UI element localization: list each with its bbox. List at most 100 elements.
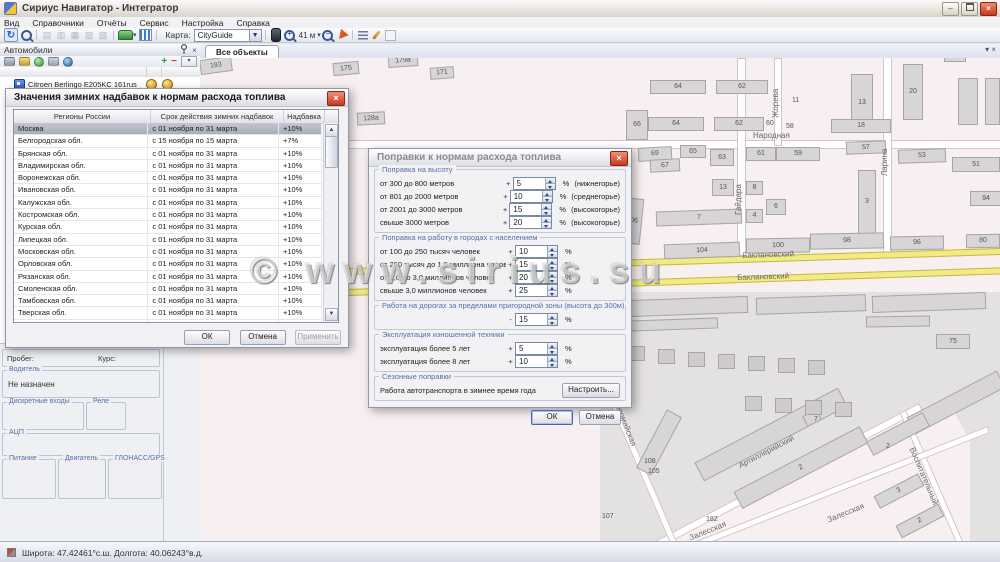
spinner-value[interactable]: 15 xyxy=(516,259,547,270)
view-mode-dropdown[interactable]: ▾ xyxy=(181,56,197,67)
value-spinner[interactable]: 15 xyxy=(515,313,558,326)
reports-chart-button[interactable] xyxy=(139,29,152,41)
edit-map-button[interactable] xyxy=(371,29,383,41)
table-row[interactable]: Тульская обл.с 01 ноября по 31 марта+10% xyxy=(14,320,322,322)
table-row[interactable]: Тверская обл.с 01 ноября по 31 марта+10% xyxy=(14,307,322,319)
ok-button[interactable]: ОК xyxy=(184,330,230,345)
vehicle-menu-button[interactable]: ▾ xyxy=(118,29,137,41)
cancel-button[interactable]: Отмена xyxy=(240,330,286,345)
value-spinner[interactable]: 5 xyxy=(515,342,558,355)
map-select[interactable]: CityGuide ▼ xyxy=(194,29,262,42)
tab-collapse-icon[interactable]: ▾ xyxy=(985,45,989,54)
table-row[interactable]: Москвас 01 ноября по 31 марта+10% xyxy=(14,123,322,135)
zoom-scale-dropdown[interactable]: ▾ xyxy=(317,31,321,39)
value-spinner[interactable]: 10 xyxy=(515,245,558,258)
search-button[interactable] xyxy=(20,29,32,41)
ruler-tool-button[interactable] xyxy=(270,29,282,41)
table-row[interactable]: Смоленская обл.с 01 ноября по 31 марта+1… xyxy=(14,283,322,295)
globe-blue-icon[interactable] xyxy=(63,57,73,67)
value-spinner[interactable]: 5 xyxy=(513,177,556,190)
spinner-value[interactable]: 15 xyxy=(510,204,541,215)
spinner-value[interactable]: 25 xyxy=(516,285,547,296)
truck-icon[interactable] xyxy=(48,57,59,66)
edit-button[interactable]: ▤ xyxy=(41,29,53,41)
spinner-down-button[interactable] xyxy=(548,278,557,283)
pin-icon[interactable] xyxy=(178,44,189,56)
column-header[interactable]: Регионы России xyxy=(14,110,151,123)
table-row[interactable]: Тамбовская обл.с 01 ноября по 31 марта+1… xyxy=(14,295,322,307)
paint-icon[interactable] xyxy=(19,57,30,66)
spinner-value[interactable]: 5 xyxy=(516,343,547,354)
close-button[interactable]: × xyxy=(980,2,997,16)
menu-item[interactable]: Справка xyxy=(237,18,270,28)
table-row[interactable]: Курская обл.с 01 ноября по 31 марта+10% xyxy=(14,221,322,233)
table-row[interactable]: Ивановская обл.с 01 ноября по 31 марта+1… xyxy=(14,184,322,196)
value-spinner[interactable]: 20 xyxy=(509,216,552,229)
refresh-button[interactable]: ↻ xyxy=(4,28,18,42)
cancel-button[interactable]: Отмена xyxy=(579,410,621,425)
tab-close-icon[interactable]: × xyxy=(991,45,996,54)
menu-item[interactable]: Вид xyxy=(4,18,19,28)
spinner-down-button[interactable] xyxy=(546,184,555,189)
table-row[interactable]: Воронежская обл.с 01 ноября по 31 марта+… xyxy=(14,172,322,184)
ok-button[interactable]: ОК xyxy=(531,410,573,425)
spinner-down-button[interactable] xyxy=(542,223,551,228)
table-row[interactable]: Орловская обл.с 01 ноября по 31 марта+10… xyxy=(14,258,322,270)
spinner-value[interactable]: 10 xyxy=(516,246,547,257)
dialog-close-button[interactable]: × xyxy=(327,91,345,106)
spinner-value[interactable]: 20 xyxy=(516,272,547,283)
panel-close-icon[interactable]: × xyxy=(189,46,200,55)
spinner-down-button[interactable] xyxy=(548,349,557,354)
globe-green-icon[interactable] xyxy=(34,57,44,67)
menu-item[interactable]: Настройка xyxy=(182,18,224,28)
value-spinner[interactable]: 15 xyxy=(515,258,558,271)
column-header[interactable]: Надбавка xyxy=(284,110,325,123)
table-row[interactable]: Владимирская обл.с 01 ноября по 31 марта… xyxy=(14,160,322,172)
spinner-down-button[interactable] xyxy=(548,252,557,257)
table-row[interactable]: Рязанская обл.с 01 ноября по 31 марта+10… xyxy=(14,271,322,283)
value-spinner[interactable]: 10 xyxy=(510,190,553,203)
spinner-value[interactable]: 10 xyxy=(511,191,542,202)
apply-button[interactable]: Применить xyxy=(295,330,341,345)
spinner-down-button[interactable] xyxy=(548,320,557,325)
grid-button[interactable]: ▧ xyxy=(83,29,95,41)
configure-button[interactable]: Настроить... xyxy=(562,383,620,398)
table-scrollbar[interactable]: ▲ ▼ xyxy=(323,123,338,322)
value-spinner[interactable]: 15 xyxy=(509,203,552,216)
spinner-down-button[interactable] xyxy=(543,197,552,202)
maximize-button[interactable] xyxy=(961,2,978,16)
spinner-down-button[interactable] xyxy=(548,291,557,296)
add-vehicle-button[interactable]: + xyxy=(161,56,167,67)
print-icon[interactable] xyxy=(4,57,15,66)
layers-button[interactable]: ▨ xyxy=(97,29,109,41)
table-row[interactable]: Московская обл.с 01 ноября по 31 марта+1… xyxy=(14,246,322,258)
dialog-title-bar[interactable]: Значения зимних надбавок к нормам расход… xyxy=(6,89,348,107)
value-spinner[interactable]: 20 xyxy=(515,271,558,284)
scrollbar-thumb[interactable] xyxy=(325,136,338,168)
scroll-down-arrow[interactable]: ▼ xyxy=(325,308,338,321)
menu-item[interactable]: Отчёты xyxy=(97,18,127,28)
pan-button[interactable] xyxy=(336,29,348,41)
remove-vehicle-button[interactable]: − xyxy=(171,56,177,67)
table-row[interactable]: Брянская обл.с 01 ноября по 31 марта+10% xyxy=(14,148,322,160)
zoom-in-button[interactable]: + xyxy=(284,29,296,41)
dialog-close-button[interactable]: × xyxy=(610,151,628,166)
spinner-down-button[interactable] xyxy=(542,210,551,215)
table-row[interactable]: Костромская обл.с 01 ноября по 31 марта+… xyxy=(14,209,322,221)
spinner-value[interactable]: 20 xyxy=(510,217,541,228)
column-header[interactable]: Срок действия зимних надбавок xyxy=(151,110,284,123)
table-row[interactable]: Белгородская обл.с 15 ноября по 15 марта… xyxy=(14,135,322,147)
undo-button[interactable]: ▦ xyxy=(69,29,81,41)
copy-button[interactable]: ▥ xyxy=(55,29,67,41)
spinner-value[interactable]: 10 xyxy=(516,356,547,367)
object-list-button[interactable] xyxy=(357,29,369,41)
tab-all-objects[interactable]: Все объекты xyxy=(205,45,279,59)
zoom-out-button[interactable]: − xyxy=(322,29,334,41)
menu-item[interactable]: Справочники xyxy=(32,18,84,28)
value-spinner[interactable]: 25 xyxy=(515,284,558,297)
table-row[interactable]: Липецкая обл.с 01 ноября по 31 марта+10% xyxy=(14,234,322,246)
column-d1[interactable] xyxy=(161,67,189,77)
table-row[interactable]: Калужская обл.с 01 ноября по 31 марта+10… xyxy=(14,197,322,209)
spinner-down-button[interactable] xyxy=(548,265,557,270)
menu-item[interactable]: Сервис xyxy=(140,18,169,28)
